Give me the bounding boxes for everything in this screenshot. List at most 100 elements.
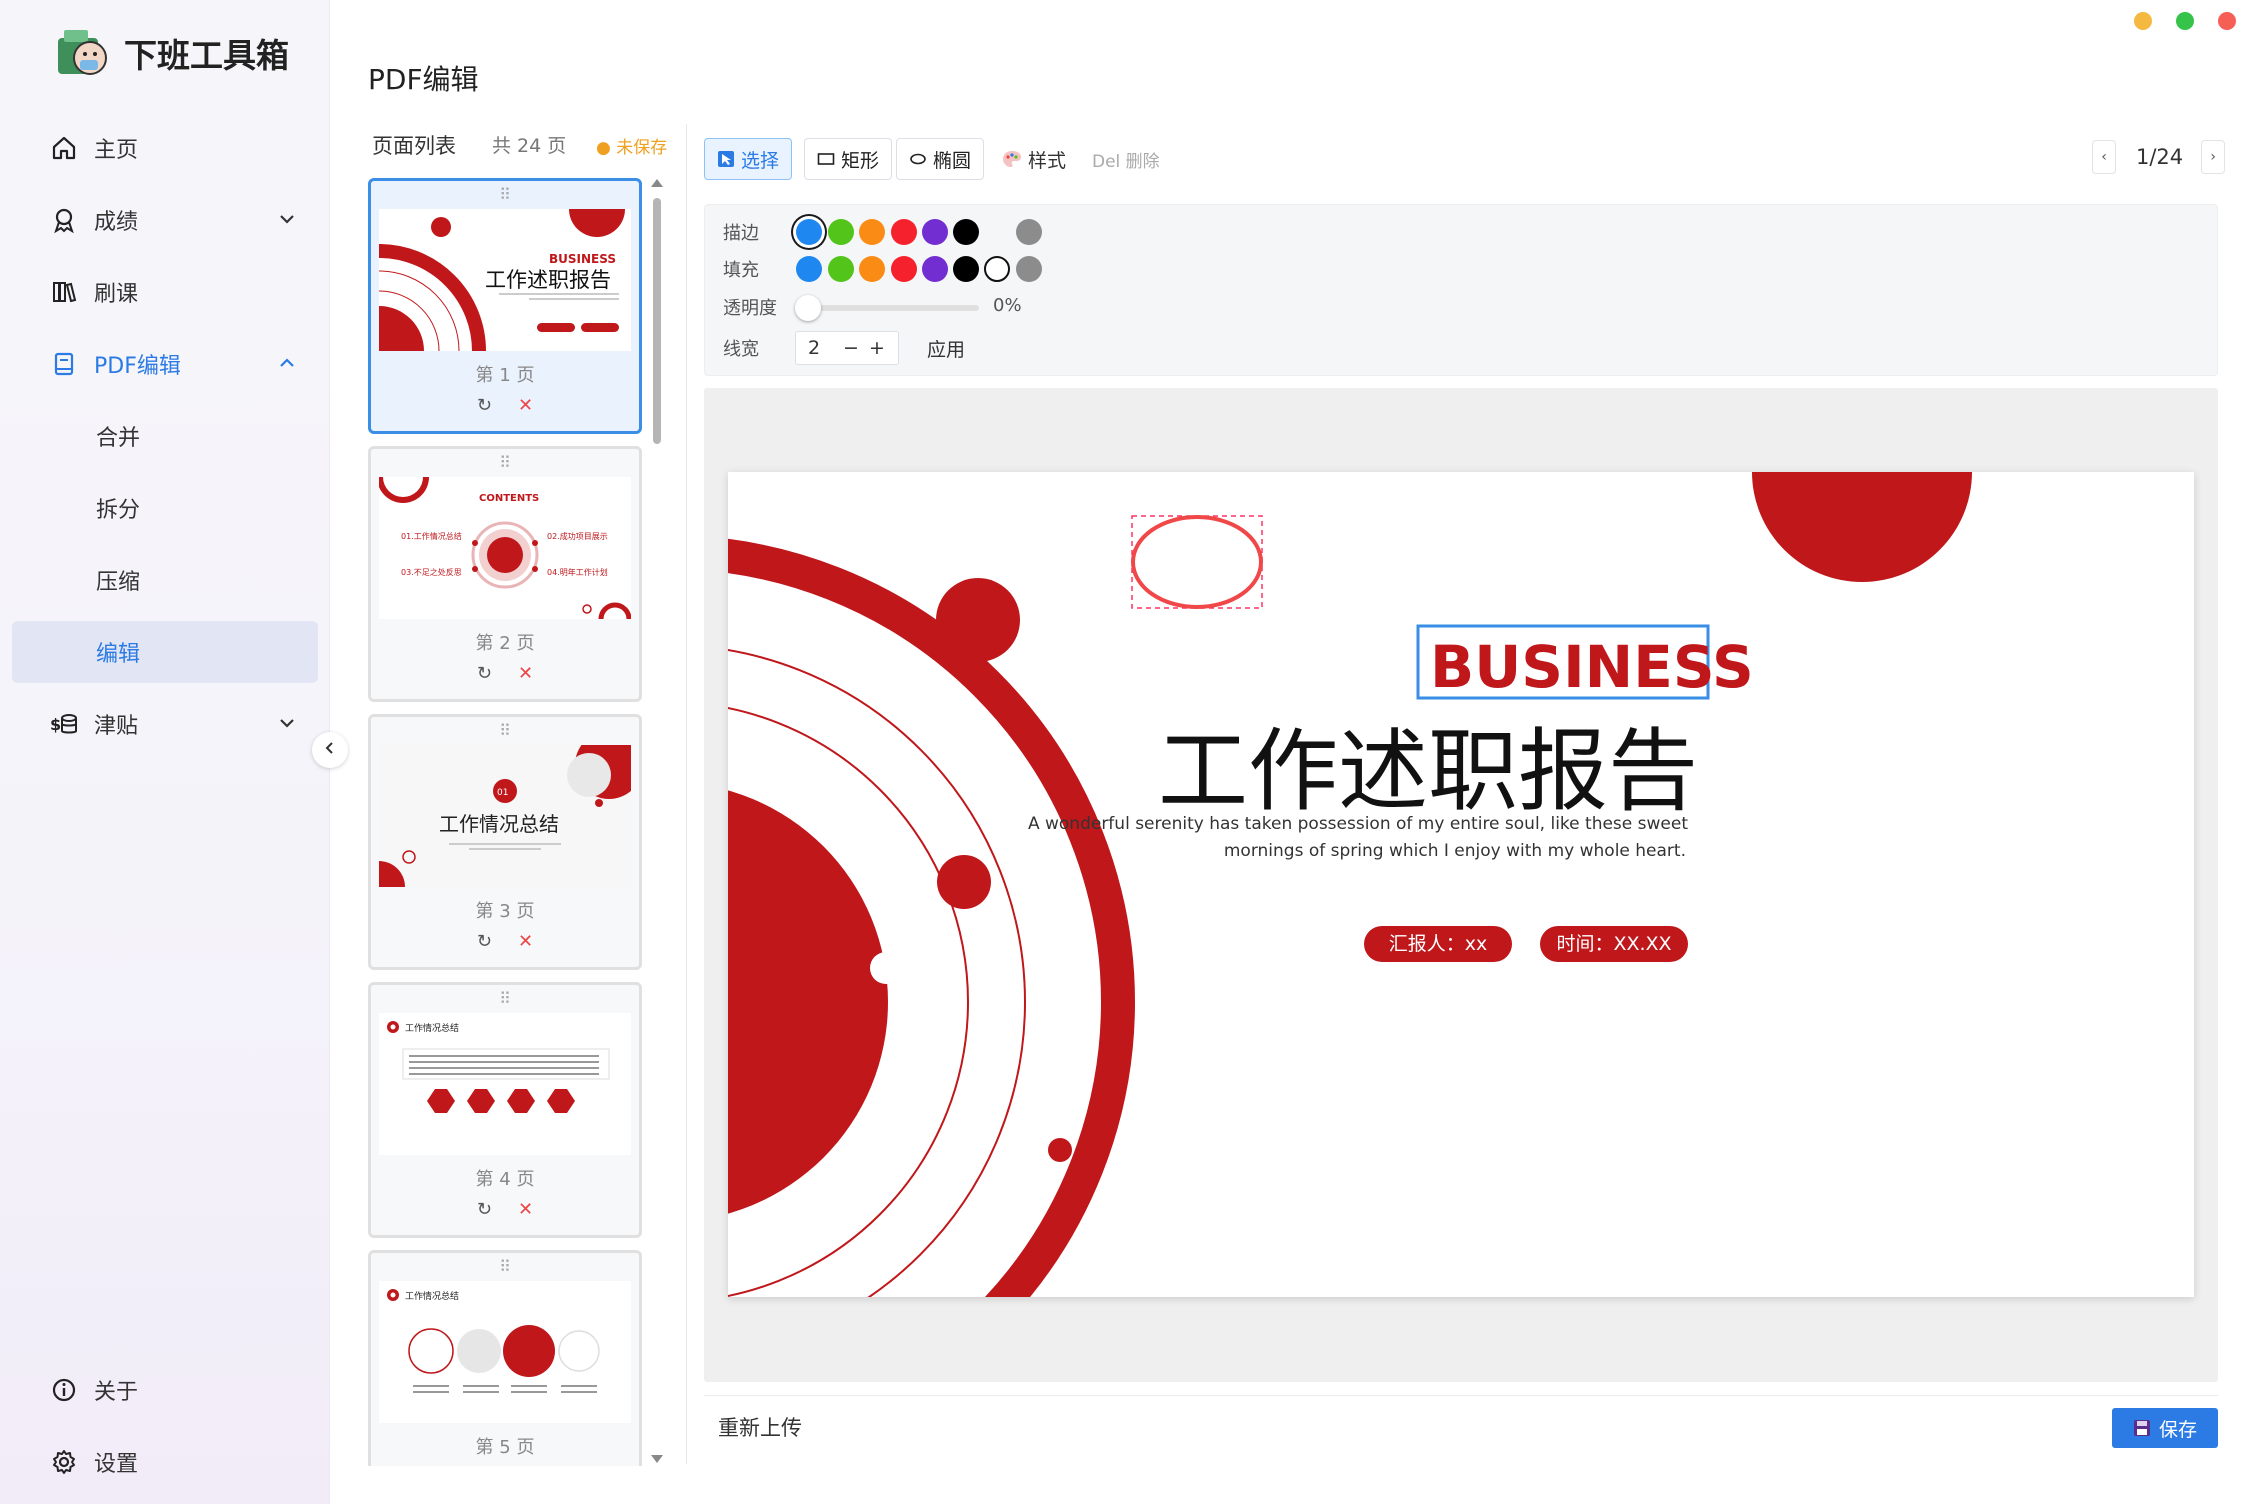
rectangle-icon	[817, 152, 835, 166]
scroll-thumb[interactable]	[653, 198, 661, 444]
close-button[interactable]	[2218, 12, 2236, 30]
book-icon	[50, 350, 78, 378]
sidebar-collapse-button[interactable]	[312, 732, 348, 768]
delete-icon[interactable]: ✕	[518, 395, 533, 416]
fill-swatch-blue[interactable]	[796, 256, 822, 282]
page-caption: 第 5 页	[475, 1437, 535, 1458]
sidebar-item-grades[interactable]: 成绩	[12, 189, 318, 251]
svg-text:$: $	[50, 715, 61, 734]
minus-icon[interactable]: −	[838, 337, 864, 359]
svg-text:工作情况总结: 工作情况总结	[439, 812, 559, 836]
rotate-icon[interactable]: ↻	[477, 663, 492, 684]
sidebar-subitem-label: 编辑	[96, 642, 141, 667]
ellipse-annotation[interactable]	[1131, 515, 1263, 609]
sidebar-item-settings[interactable]: 设置	[12, 1431, 318, 1493]
sidebar-item-courses[interactable]: 刷课	[12, 261, 318, 323]
select-tool-label: 选择	[741, 149, 780, 172]
award-icon	[50, 206, 78, 234]
page-thumbnail[interactable]: ⠿ CONTENTS 01.工作情况总结 02.成功项目展示 03.不足之处反思…	[368, 446, 642, 702]
rotate-icon[interactable]: ↻	[477, 395, 492, 416]
sidebar-item-allowance[interactable]: $ 津贴	[12, 693, 318, 755]
drag-handle-icon[interactable]: ⠿	[371, 723, 639, 739]
delete-icon[interactable]: ✕	[518, 663, 533, 684]
scroll-down-icon[interactable]	[650, 1452, 664, 1466]
line-width-value[interactable]: 2	[808, 337, 838, 359]
save-button[interactable]: 保存	[2112, 1408, 2218, 1448]
drag-handle-icon[interactable]: ⠿	[371, 455, 639, 471]
select-tool-button[interactable]: 选择	[704, 138, 793, 180]
drag-handle-icon[interactable]: ⠿	[371, 991, 639, 1007]
reporter-text: 汇报人：xx	[1389, 933, 1488, 955]
pdf-page-canvas[interactable]: BUSINESS 工作述职报告 A wonderful serenity has…	[728, 472, 2194, 1297]
sidebar-item-about[interactable]: 关于	[12, 1359, 318, 1421]
rect-tool-button[interactable]: 矩形	[804, 138, 893, 180]
sidebar-subitem-split[interactable]: 拆分	[12, 477, 318, 539]
page-preview: 01 工作情况总结	[379, 745, 631, 887]
fill-swatch-purple[interactable]	[922, 256, 948, 282]
sidebar-item-pdf-edit[interactable]: PDF编辑	[12, 333, 318, 395]
stroke-swatch-red[interactable]	[891, 219, 917, 245]
ellipse-icon	[909, 152, 927, 166]
rotate-icon[interactable]: ↻	[477, 931, 492, 952]
fill-swatch-green[interactable]	[828, 256, 854, 282]
opacity-slider-knob[interactable]	[795, 295, 821, 321]
page-thumbnail[interactable]: ⠿ 工作情况总结 第 4 页 ↻ ✕	[368, 982, 642, 1238]
apply-button[interactable]: 应用	[927, 335, 965, 362]
ellipse-tool-label: 椭圆	[933, 149, 972, 172]
footer-divider	[704, 1395, 2218, 1396]
line-width-stepper[interactable]: 2 − +	[795, 331, 899, 365]
next-page-button[interactable]: ›	[2201, 140, 2226, 174]
page-caption: 第 4 页	[475, 1169, 535, 1190]
page-thumbnail[interactable]: ⠿ 01 工作情况总结 第 3 页 ↻ ✕	[368, 714, 642, 970]
svg-text:BUSINESS: BUSINESS	[549, 252, 616, 266]
sidebar-subitem-compress[interactable]: 压缩	[12, 549, 318, 611]
page-list-scrollbar[interactable]	[650, 176, 664, 1466]
page-navigator: ‹ 1/24 ›	[2092, 140, 2226, 174]
stroke-swatch-black[interactable]	[953, 219, 979, 245]
sidebar-subitem-merge[interactable]: 合并	[12, 405, 318, 467]
fill-swatch-none[interactable]	[984, 256, 1010, 282]
svg-text:01.工作情况总结: 01.工作情况总结	[401, 531, 462, 541]
stroke-swatch-orange[interactable]	[859, 219, 885, 245]
rotate-icon[interactable]: ↻	[477, 1199, 492, 1220]
page-thumbnail[interactable]: ⠿ 工作情况总结 第 5 页	[368, 1250, 642, 1466]
svg-text:CONTENTS: CONTENTS	[479, 493, 539, 504]
sidebar-subitem-label: 合并	[96, 426, 141, 451]
fill-swatch-gray[interactable]	[1016, 256, 1042, 282]
page-thumbnail-list[interactable]: ⠿ BUSINESS 工作述职报告 第 1 页 ↻ ✕ ⠿ CONTENTS 0…	[366, 176, 646, 1466]
minimize-button[interactable]	[2134, 12, 2152, 30]
unsaved-status: ● 未保存	[596, 138, 668, 158]
fill-swatch-orange[interactable]	[859, 256, 885, 282]
drag-handle-icon[interactable]: ⠿	[371, 187, 639, 203]
stroke-swatch-green[interactable]	[828, 219, 854, 245]
delete-icon[interactable]: ✕	[518, 931, 533, 952]
opacity-slider[interactable]	[797, 305, 979, 311]
scroll-up-icon[interactable]	[650, 176, 664, 190]
stroke-swatch-purple[interactable]	[922, 219, 948, 245]
ellipse-tool-button[interactable]: 椭圆	[896, 138, 985, 180]
svg-text:04.明年工作计划: 04.明年工作计划	[547, 567, 608, 577]
fill-swatch-red[interactable]	[891, 256, 917, 282]
page-preview: CONTENTS 01.工作情况总结 02.成功项目展示 03.不足之处反思 0…	[379, 477, 631, 619]
stroke-swatch-blue[interactable]	[796, 219, 822, 245]
style-button[interactable]: 样式	[990, 138, 1078, 180]
sidebar-item-home[interactable]: 主页	[12, 117, 318, 179]
rect-tool-label: 矩形	[841, 149, 880, 172]
delete-icon[interactable]: ✕	[518, 1199, 533, 1220]
stroke-swatch-gray[interactable]	[1016, 219, 1042, 245]
maximize-button[interactable]	[2176, 12, 2194, 30]
time-text: 时间：XX.XX	[1556, 933, 1671, 955]
page-thumbnail[interactable]: ⠿ BUSINESS 工作述职报告 第 1 页 ↻ ✕	[368, 178, 642, 434]
svg-text:工作情况总结: 工作情况总结	[405, 1022, 459, 1034]
drag-handle-icon[interactable]: ⠿	[371, 1259, 639, 1275]
page-title: PDF编辑	[368, 63, 479, 96]
plus-icon[interactable]: +	[864, 337, 890, 359]
page-caption: 第 3 页	[475, 901, 535, 922]
sidebar-subitem-edit[interactable]: 编辑	[12, 621, 318, 683]
sidebar-item-label: 主页	[94, 138, 139, 163]
prev-page-button[interactable]: ‹	[2092, 140, 2116, 174]
fill-swatch-black[interactable]	[953, 256, 979, 282]
reupload-button[interactable]: 重新上传	[718, 1412, 802, 1442]
style-label: 样式	[1028, 149, 1067, 172]
sidebar-item-label: 设置	[94, 1452, 139, 1477]
